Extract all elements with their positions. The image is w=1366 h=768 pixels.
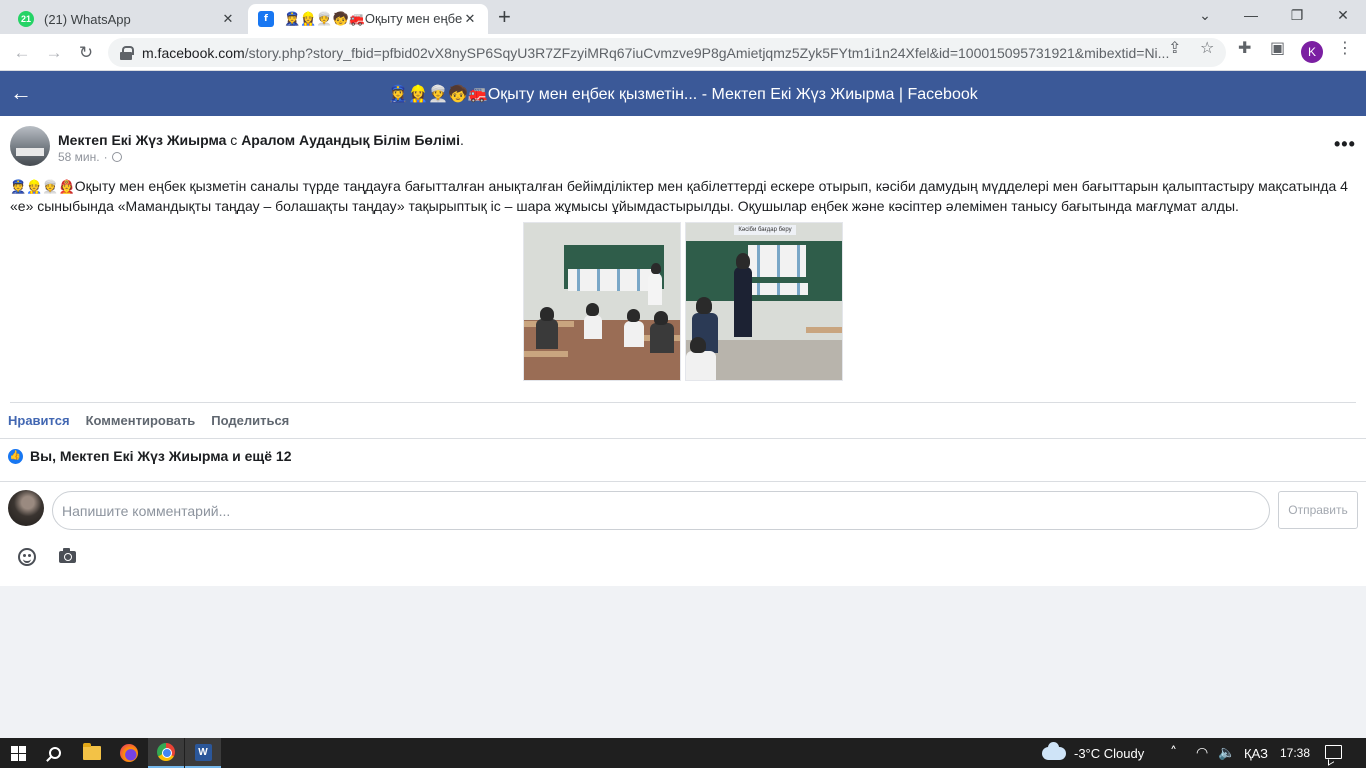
tab-title: (21) WhatsApp xyxy=(44,11,131,27)
post-container: Мектеп Екі Жүз Жиырма с Аралом Аудандық … xyxy=(0,116,1366,586)
comment-input[interactable] xyxy=(52,491,1270,530)
post-text: 👮👷👳🧑‍🚒Оқыту мен еңбек қызметін саналы тү… xyxy=(10,177,1356,215)
globe-icon xyxy=(111,152,122,162)
volume-icon[interactable]: 🔈 xyxy=(1218,745,1235,761)
address-bar[interactable]: m.facebook.com/story.php?story_fbid=pfbi… xyxy=(108,38,1226,67)
comment-button[interactable]: Комментировать xyxy=(86,413,196,428)
new-tab-icon[interactable]: + xyxy=(498,6,511,28)
emoji-picker-icon[interactable] xyxy=(16,546,38,568)
close-tab-icon[interactable]: ✕ xyxy=(220,11,236,27)
forward-arrow-icon[interactable]: → xyxy=(42,41,66,65)
tab-whatsapp[interactable]: 21 (21) WhatsApp ✕ xyxy=(8,4,246,34)
share-button[interactable]: Поделиться xyxy=(211,413,289,428)
camera-icon[interactable] xyxy=(56,546,78,568)
facebook-icon: f xyxy=(258,11,274,27)
clock[interactable]: 17:38 xyxy=(1280,746,1310,760)
language-indicator[interactable]: ҚАЗ xyxy=(1244,746,1268,761)
chevron-up-icon[interactable]: ˄ xyxy=(1170,745,1177,761)
divider xyxy=(0,481,1366,482)
commenter-avatar xyxy=(8,490,44,526)
likes-summary-text: Вы, Мектеп Екі Жүз Жиырма и ещё 12 xyxy=(30,448,292,464)
search-icon[interactable] xyxy=(37,738,73,768)
side-panel-icon[interactable]: ▣ xyxy=(1270,38,1285,58)
word-icon[interactable]: W xyxy=(185,738,221,768)
profile-avatar[interactable]: K xyxy=(1301,41,1323,63)
windows-taskbar: W -3°C Cloudy ˄ ◠ 🔈 ҚАЗ 17:38 xyxy=(0,738,1366,768)
fb-header: ← 👮‍♀️👷‍♀️👳‍♀️🧒🚒Оқыту мен еңбек қызметін… xyxy=(0,71,1366,116)
thumbs-up-icon: 👍 xyxy=(8,448,23,464)
share-icon[interactable]: ⇪ xyxy=(1168,38,1181,58)
back-arrow-icon[interactable]: ← xyxy=(10,41,34,65)
tagged-link[interactable]: Аралом Аудандық Білім Бөлімі xyxy=(241,132,460,148)
post-meta: 58 мин. · xyxy=(58,150,122,164)
divider xyxy=(10,402,1356,403)
url-text[interactable]: m.facebook.com/story.php?story_fbid=pfbi… xyxy=(142,45,1226,61)
menu-kebab-icon[interactable]: ⋮ xyxy=(1337,38,1353,58)
reload-icon[interactable]: ↻ xyxy=(74,41,98,65)
weather-text[interactable]: -3°C Cloudy xyxy=(1074,746,1144,761)
tab-title: 👮‍♀️👷‍♀️👳‍♀️🧒🚒Оқыту мен еңбек xyxy=(284,11,462,26)
send-comment-button[interactable]: Отправить xyxy=(1278,491,1358,529)
bookmark-star-icon[interactable]: ☆ xyxy=(1200,38,1214,58)
post-emojis: 👮👷👳🧑‍🚒 xyxy=(10,180,75,195)
post-body: Оқыту мен еңбек қызметін саналы түрде та… xyxy=(10,178,1348,214)
likes-summary[interactable]: 👍 Вы, Мектеп Екі Жүз Жиырма и ещё 12 xyxy=(8,448,291,464)
post-author-line: Мектеп Екі Жүз Жиырма с Аралом Аудандық … xyxy=(58,132,464,148)
close-tab-icon[interactable]: ✕ xyxy=(462,11,478,27)
file-explorer-icon[interactable] xyxy=(74,738,110,768)
minimize-icon[interactable]: — xyxy=(1228,0,1274,30)
divider xyxy=(0,438,1366,439)
extensions-puzzle-icon[interactable]: ✚ xyxy=(1238,38,1251,58)
photo-caption: Кәсіби бағдар беру xyxy=(734,225,796,235)
browser-toolbar: ← → ↻ m.facebook.com/story.php?story_fbi… xyxy=(0,34,1366,71)
windows-start-icon[interactable] xyxy=(0,738,36,768)
restore-icon[interactable]: ❐ xyxy=(1274,0,1320,30)
tab-search-chevron-icon[interactable]: ⌄ xyxy=(1182,0,1228,30)
page-title: 👮‍♀️👷‍♀️👳‍♀️🧒🚒Оқыту мен еңбек қызметін..… xyxy=(388,86,978,103)
whatsapp-icon: 21 xyxy=(18,11,34,27)
browser-tab-strip: 21 (21) WhatsApp ✕ f 👮‍♀️👷‍♀️👳‍♀️🧒🚒Оқыту… xyxy=(0,0,1366,34)
author-link[interactable]: Мектеп Екі Жүз Жиырма xyxy=(58,132,226,148)
post-photo-2[interactable]: Кәсіби бағдар беру xyxy=(685,222,843,381)
close-window-icon[interactable]: ✕ xyxy=(1320,0,1366,30)
like-button[interactable]: Нравится xyxy=(8,413,70,428)
author-avatar[interactable] xyxy=(10,126,50,166)
post-time[interactable]: 58 мин. xyxy=(58,150,100,164)
tab-facebook[interactable]: f 👮‍♀️👷‍♀️👳‍♀️🧒🚒Оқыту мен еңбек ✕ xyxy=(248,4,488,34)
firefox-icon[interactable] xyxy=(111,738,147,768)
wifi-icon[interactable]: ◠ xyxy=(1196,745,1208,761)
cloud-icon[interactable] xyxy=(1042,742,1066,760)
lock-icon[interactable] xyxy=(120,45,134,60)
post-actions: Нравится Комментировать Поделиться xyxy=(8,413,289,428)
notifications-icon[interactable] xyxy=(1325,745,1342,759)
more-options-icon[interactable]: ••• xyxy=(1334,134,1356,155)
chrome-icon[interactable] xyxy=(148,738,184,768)
post-photo-1[interactable] xyxy=(523,222,681,381)
